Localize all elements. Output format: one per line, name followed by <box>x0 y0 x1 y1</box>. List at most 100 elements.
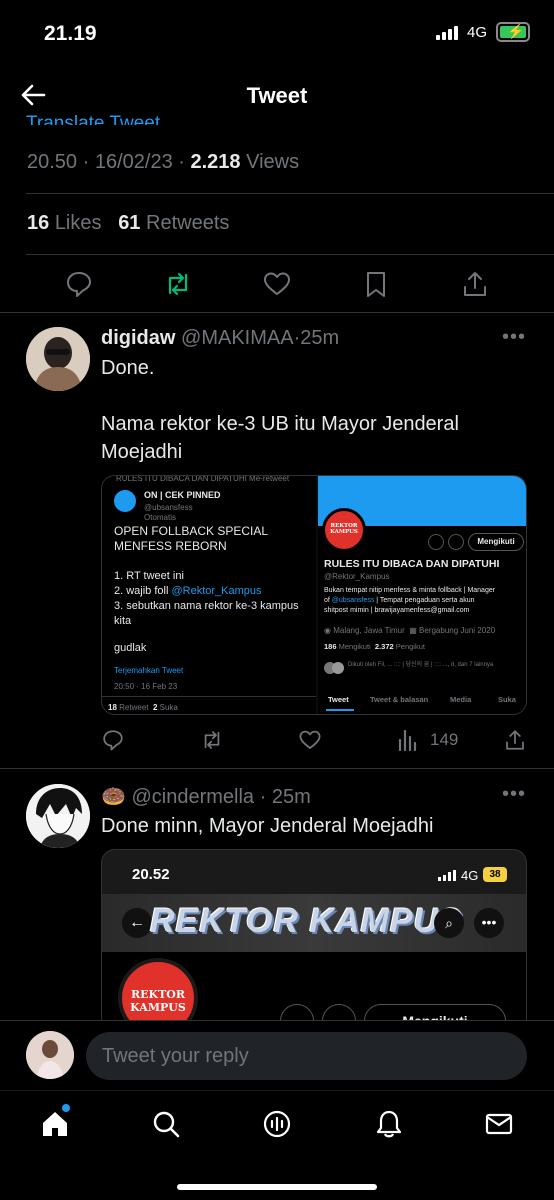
page-title: Tweet <box>246 83 308 108</box>
image-right-panel: REKTOR KAMPUS Mengikuti RULES ITU DIBACA… <box>318 476 526 714</box>
image-automated-label: Otomatis <box>144 513 177 522</box>
user-handle[interactable]: @MAKIMAA <box>181 327 294 349</box>
reply-composer <box>0 1020 554 1090</box>
divider <box>26 193 554 194</box>
image-account-name: ON | CEK PINNED <box>144 490 221 500</box>
image-account-handle: @ubsansfess <box>144 503 193 512</box>
donut-emoji: 🍩 <box>101 786 126 808</box>
image-follow-button: Mengikuti <box>468 533 524 551</box>
image-bio-line: Bukan tempat nitip menfess & minta follb… <box>324 587 496 594</box>
reply-text: Done. Nama rektor ke-3 UB itu Mayor Jend… <box>101 354 521 466</box>
search-icon[interactable] <box>151 1109 181 1139</box>
rektor-kampus-logo: REKTOR KAMPUS <box>118 958 198 1028</box>
notifications-icon[interactable] <box>374 1109 404 1139</box>
image-bio-line: | Tempat pengaduan serta akun <box>374 597 475 604</box>
image-tweet-line: 2. wajib foll <box>114 585 172 597</box>
reply-text-line: Nama rektor ke-3 UB itu Mayor Jenderal M… <box>101 413 459 463</box>
image-profile-tabs: Tweet Tweet & balasan Media Suka <box>318 690 526 711</box>
my-avatar[interactable] <box>26 1031 74 1079</box>
share-icon[interactable] <box>460 269 490 299</box>
reply-age: 25m <box>300 327 340 349</box>
retweets-stat[interactable]: 61 Retweets <box>118 212 229 234</box>
battery-charging-icon: ⚡ <box>496 22 530 42</box>
more-options-icon[interactable]: ••• <box>502 326 526 349</box>
image-network: 4G <box>461 868 479 883</box>
rektor-kampus-logo: REKTOR KAMPUS <box>322 508 366 552</box>
reply-actions: 149 <box>101 728 527 754</box>
user-handle[interactable]: @cindermella <box>131 786 254 808</box>
spaces-icon[interactable] <box>262 1109 292 1139</box>
reply-icon[interactable] <box>64 269 94 299</box>
likes-stat[interactable]: 16 Likes <box>27 212 102 234</box>
image-profile-handle: @Rektor_Kampus <box>324 572 390 581</box>
image-followed-by: Dikuti oleh Fil, ... :::: | 당신의 꿈 | ::::… <box>348 662 494 668</box>
likes-label: Likes <box>54 212 102 234</box>
image-location-joined: ◉ Malang, Jawa Timur ▦ Bergabung Juni 20… <box>324 626 496 635</box>
home-indicator <box>177 1184 377 1190</box>
display-name[interactable]: digidaw <box>101 327 175 349</box>
retweet-icon[interactable] <box>163 269 193 299</box>
reply-input[interactable] <box>86 1032 527 1080</box>
image-left-panel: RULES ITU DIBACA DAN DIPATUHI Me-retweet… <box>102 476 316 714</box>
image-timestamp: 20:50 · 16 Feb 23 <box>114 682 178 691</box>
image-bio: Bukan tempat nitip menfess & minta follb… <box>324 586 524 616</box>
divider <box>0 768 554 769</box>
tweet-stats: 16 Likes 61 Retweets <box>27 212 229 235</box>
reply-header: digidaw @MAKIMAA·25m <box>101 327 340 349</box>
image-back-icon: ← <box>122 908 152 938</box>
divider <box>0 312 554 313</box>
avatar[interactable] <box>26 327 90 391</box>
likes-count: 16 <box>27 212 50 234</box>
image-tweet-line: gudlak <box>114 642 147 654</box>
views-count: 2.218 <box>190 151 241 173</box>
translate-tweet-link[interactable]: Translate Tweet <box>26 113 160 125</box>
image-status-time: 20.52 <box>132 866 170 883</box>
image-tweet-line: MENFESS REBORN <box>114 539 227 553</box>
image-tweet-text: OPEN FOLLBACK SPECIAL MENFESS REBORN 1. … <box>114 524 310 656</box>
status-bar: 21.19 4G ⚡ <box>0 0 554 66</box>
network-type: 4G <box>467 24 488 41</box>
reply-age: 25m <box>271 786 311 808</box>
views-label: Views <box>246 151 300 173</box>
notification-dot <box>62 1104 70 1112</box>
image-battery: 38 <box>483 867 507 882</box>
image-follow-counts: 186 Mengikuti 2.372 Pengikut <box>324 642 425 651</box>
more-options-icon[interactable]: ••• <box>502 783 526 806</box>
reply-text-line: Done. <box>101 357 155 379</box>
views-count: 149 <box>430 730 459 749</box>
divider <box>26 254 554 255</box>
message-icon <box>428 534 444 550</box>
bookmark-icon[interactable] <box>361 269 391 299</box>
views-icon[interactable] <box>398 729 418 751</box>
reply-text: Done minn, Mayor Jenderal Moejadhi <box>101 815 434 837</box>
image-mention-link: @Rektor_Kampus <box>171 585 262 597</box>
image-signal-icon <box>438 870 456 881</box>
image-tweet-line: 3. sebutkan nama rektor ke-3 kampus kita <box>114 600 299 627</box>
avatar[interactable] <box>26 784 90 848</box>
tweet-date: 16/02/23 <box>94 151 173 173</box>
share-icon[interactable] <box>503 728 527 752</box>
attached-image[interactable]: 20.52 4G 38 ← REKTOR KAMPUS ⌕ ••• REKTOR… <box>101 849 527 1029</box>
image-bio-line: shitpost mimin | brawijayamenfess@gmail.… <box>324 607 470 614</box>
image-profile-name: RULES ITU DIBACA DAN DIPATUHI <box>324 558 500 570</box>
signal-icon <box>436 26 458 40</box>
image-bio-link: @ubsansfess <box>331 597 375 604</box>
messages-icon[interactable] <box>484 1109 514 1139</box>
image-bio-line: of <box>324 597 332 604</box>
image-tweet-line: OPEN FOLLBACK SPECIAL <box>114 524 269 538</box>
image-retweet-stats: 18 Retweet 2 Suka <box>108 703 178 712</box>
image-translate-link: Terjemahkan Tweet <box>114 666 184 675</box>
image-more-icon: ••• <box>474 908 504 938</box>
like-icon[interactable] <box>298 728 322 752</box>
attached-image[interactable]: RULES ITU DIBACA DAN DIPATUHI Me-retweet… <box>101 475 527 715</box>
retweets-count: 61 <box>118 212 141 234</box>
reply-header: 🍩 @cindermella · 25m <box>101 786 311 808</box>
retweet-icon[interactable] <box>200 728 224 752</box>
like-icon[interactable] <box>262 269 292 299</box>
image-tweet-line: 1. RT tweet ini <box>114 570 184 582</box>
reply-icon[interactable] <box>101 728 125 752</box>
home-icon[interactable] <box>40 1109 70 1139</box>
image-search-icon: ⌕ <box>434 908 464 938</box>
image-banner-text: REKTOR KAMPUS <box>150 902 463 940</box>
notify-icon <box>448 534 464 550</box>
